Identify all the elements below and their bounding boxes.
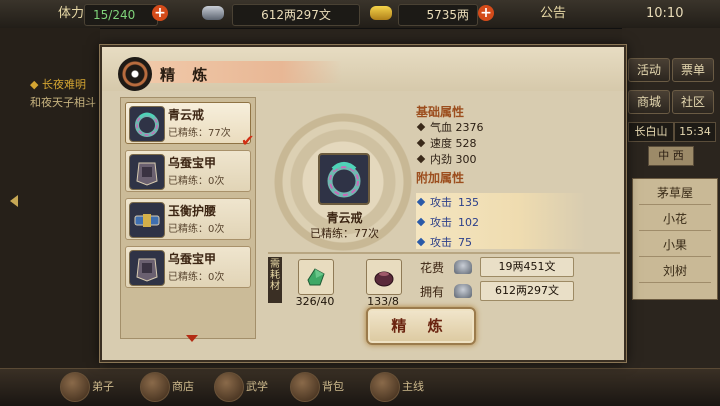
scroll-down-icon[interactable] [186, 335, 198, 342]
silver-icon [454, 284, 472, 298]
attr-row: 攻击 75 [416, 233, 586, 253]
diamond-icon [416, 197, 426, 207]
belt-icon [129, 202, 165, 238]
nav-label-story[interactable]: 主线 [402, 378, 424, 394]
location-list: 茅草屋 小花 小果 刘树 [632, 178, 718, 300]
stamina-label: 体力 [58, 6, 85, 21]
diamond-icon [416, 237, 426, 247]
extra-attr-title: 附加属性 [416, 171, 465, 185]
refine-dialog: 精 炼 青云戒 已精练：77次 ✔ 乌蚕宝甲 已精练：0次 玉衡护腰 已精练：0… [100, 45, 626, 362]
diamond-icon [416, 217, 426, 227]
left-arrow-icon[interactable] [10, 195, 18, 207]
materials-label: 需耗材 [268, 257, 282, 303]
base-attributes: 基础属性 气血 2376 速度 528 内劲 300 附加属性 [416, 103, 576, 185]
selected-check-icon: ✔ [241, 131, 255, 150]
ring-icon [318, 153, 370, 205]
attr-row: 气血 2376 [416, 119, 576, 135]
attr-row: 攻击 102 [416, 213, 586, 233]
equipment-refine-count: 已精练：0次 [168, 224, 225, 235]
news-line-2: 和夜天子相斗 [30, 96, 96, 109]
nav-label-disciple[interactable]: 弟子 [92, 378, 114, 394]
attr-row: 攻击 135 [416, 193, 586, 213]
location-item[interactable]: 茅草屋 [639, 182, 711, 205]
ring-icon [129, 106, 165, 142]
material-slot-1[interactable] [366, 259, 402, 295]
location-item[interactable]: 小花 [639, 208, 711, 231]
activity-button[interactable]: 活动 [628, 58, 670, 82]
diamond-icon [416, 138, 426, 148]
silver-icon [202, 6, 224, 20]
equipment-name: 乌蚕宝甲 [168, 156, 217, 170]
attr-row: 速度 528 [416, 135, 576, 151]
dialog-title: 精 炼 [160, 66, 214, 84]
story-icon[interactable] [370, 372, 400, 402]
stamina-value: 15/240 [84, 4, 158, 26]
clock: 10:10 [646, 6, 684, 21]
selected-item-refine-count: 已精练：77次 [310, 227, 379, 240]
equipment-refine-count: 已精练：0次 [168, 176, 225, 187]
equipment-name: 青云戒 [168, 108, 205, 122]
equipment-item-1[interactable]: 乌蚕宝甲 已精练：0次 [125, 150, 251, 192]
shop-icon[interactable] [140, 372, 170, 402]
equipment-name: 玉衡护腰 [168, 204, 217, 218]
armor-icon [129, 250, 165, 286]
base-attr-title: 基础属性 [416, 105, 465, 119]
location-time: 15:34 [674, 122, 716, 142]
equipment-item-3[interactable]: 乌蚕宝甲 已精练：0次 [125, 246, 251, 288]
disciple-icon[interactable] [60, 372, 90, 402]
equipment-item-2[interactable]: 玉衡护腰 已精练：0次 [125, 198, 251, 240]
equipment-list: 青云戒 已精练：77次 ✔ 乌蚕宝甲 已精练：0次 玉衡护腰 已精练：0次 乌蚕… [120, 97, 256, 339]
own-value: 612两297文 [480, 281, 574, 301]
silver-icon [454, 260, 472, 274]
cost-value: 19两451文 [480, 257, 574, 277]
gold-value: 5735两 [398, 4, 478, 26]
bag-icon[interactable] [290, 372, 320, 402]
region-tab[interactable]: 中 西 [648, 146, 694, 166]
refine-button[interactable]: 精 炼 [366, 307, 476, 345]
shop-button[interactable]: 商城 [628, 90, 670, 114]
add-stamina-button[interactable]: + [152, 5, 168, 21]
material-slot-0[interactable] [298, 259, 334, 295]
add-gold-button[interactable]: + [478, 5, 494, 21]
nav-label-bag[interactable]: 背包 [322, 378, 344, 394]
dialog-header: 精 炼 [102, 47, 624, 91]
location-name: 长白山 [628, 122, 674, 142]
cost-label: 花费 [420, 261, 445, 275]
material-count-0: 326/40 [295, 295, 335, 308]
ticket-button[interactable]: 票单 [672, 58, 714, 82]
selected-item-preview: 青云戒 已精练：77次 [272, 97, 417, 257]
own-label: 拥有 [420, 285, 445, 299]
selected-item-name: 青云戒 [326, 211, 363, 225]
refine-emblem-icon [118, 57, 152, 91]
equipment-name: 乌蚕宝甲 [168, 252, 217, 266]
location-item[interactable]: 刘树 [639, 260, 711, 283]
attr-row: 内劲 300 [416, 151, 576, 167]
diamond-icon [416, 154, 426, 164]
jade-material-icon [307, 268, 325, 286]
notice-button[interactable]: 公告 [540, 4, 566, 24]
armor-icon [129, 154, 165, 190]
silver-value: 612两297文 [232, 4, 360, 26]
nav-label-shop[interactable]: 商店 [172, 378, 194, 394]
pouch-material-icon [374, 271, 394, 287]
top-status-bar: 体力 15/240 + 612两297文 5735两 + 公告 10:10 [0, 0, 720, 29]
equipment-refine-count: 已精练：77次 [168, 128, 231, 139]
diamond-icon [416, 122, 426, 132]
equipment-refine-count: 已精练：0次 [168, 272, 225, 283]
divider [268, 252, 620, 254]
martial-icon[interactable] [214, 372, 244, 402]
equipment-item-0[interactable]: 青云戒 已精练：77次 ✔ [125, 102, 254, 150]
community-button[interactable]: 社区 [672, 90, 714, 114]
extra-attributes: 攻击 135 攻击 102 攻击 75 [416, 193, 586, 249]
nav-label-martial[interactable]: 武学 [246, 378, 268, 394]
gold-icon [370, 6, 392, 20]
location-item[interactable]: 小果 [639, 234, 711, 257]
